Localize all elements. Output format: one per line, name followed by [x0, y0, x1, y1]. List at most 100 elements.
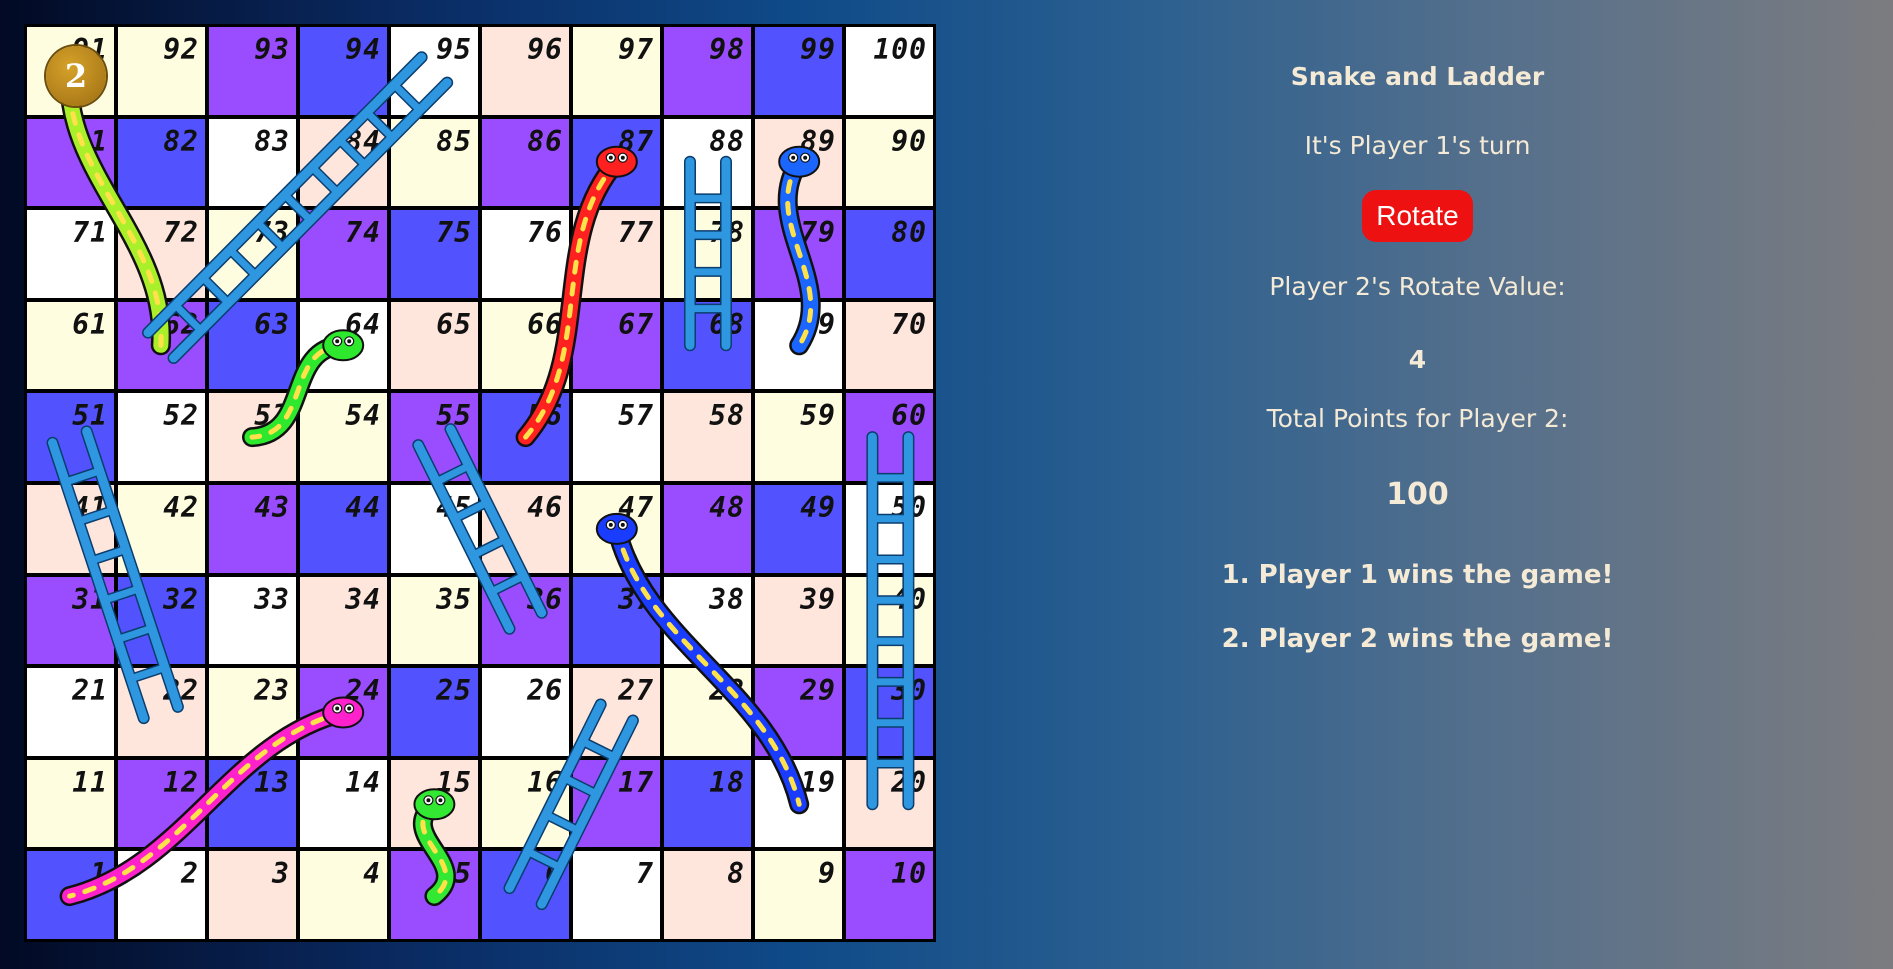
board-square: 64 — [300, 301, 387, 390]
board-square: 7 — [573, 851, 660, 939]
square-number: 6 — [545, 857, 563, 891]
board-square: 17 — [573, 759, 660, 848]
board-square: 12 — [118, 759, 205, 848]
square-number: 48 — [709, 490, 745, 524]
square-number: 16 — [527, 765, 563, 799]
square-number: 22 — [163, 674, 199, 708]
square-number: 100 — [873, 33, 927, 66]
board-square: 52 — [118, 393, 205, 481]
square-number: 25 — [436, 674, 472, 708]
square-number: 42 — [163, 490, 199, 524]
square-number: 88 — [709, 124, 745, 158]
square-number: 69 — [800, 307, 836, 341]
board-square: 3 — [209, 851, 296, 939]
board-square: 37 — [573, 576, 660, 665]
board-square: 22 — [118, 668, 205, 756]
game-title: Snake and Ladder — [1290, 62, 1545, 91]
board-square: 69 — [755, 301, 842, 390]
square-number: 26 — [527, 674, 563, 708]
square-number: 44 — [345, 490, 381, 524]
board-square: 36 — [482, 576, 569, 665]
rotate-button[interactable]: Rotate — [1362, 190, 1473, 242]
board-square: 18 — [664, 759, 751, 848]
board-square: 89 — [755, 118, 842, 207]
board-square: 87 — [573, 118, 660, 207]
square-number: 74 — [345, 216, 381, 250]
board-square: 86 — [482, 118, 569, 207]
square-number: 19 — [800, 765, 836, 799]
board-square: 83 — [209, 118, 296, 207]
square-number: 43 — [254, 490, 290, 524]
square-number: 17 — [618, 765, 654, 799]
square-number: 23 — [254, 674, 290, 708]
square-number: 78 — [709, 216, 745, 250]
board-square: 16 — [482, 759, 569, 848]
square-number: 28 — [709, 674, 745, 708]
board-square: 59 — [755, 393, 842, 481]
turn-indicator: It's Player 1's turn — [1304, 131, 1531, 160]
square-number: 87 — [618, 124, 654, 158]
square-number: 55 — [436, 399, 472, 433]
square-number: 29 — [800, 674, 836, 708]
square-number: 73 — [254, 216, 290, 250]
board-square: 26 — [482, 668, 569, 756]
square-number: 75 — [436, 216, 472, 250]
board-square: 57 — [573, 393, 660, 481]
square-number: 82 — [163, 124, 199, 158]
square-number: 62 — [163, 307, 199, 341]
board-square: 29 — [755, 668, 842, 756]
square-number: 27 — [618, 674, 654, 708]
board-square: 33 — [209, 576, 296, 665]
square-number: 49 — [800, 490, 836, 524]
square-number: 67 — [618, 307, 654, 341]
board-square: 67 — [573, 301, 660, 390]
square-number: 15 — [436, 765, 472, 799]
board-square: 21 — [27, 668, 114, 756]
square-number: 40 — [891, 582, 927, 616]
board-grid: 9192939495969798991008182838485868788899… — [27, 27, 933, 939]
board-square: 56 — [482, 393, 569, 481]
square-number: 98 — [709, 33, 745, 66]
board-square: 90 — [846, 118, 933, 207]
board-square: 2 — [118, 851, 205, 939]
board-square: 78 — [664, 210, 751, 298]
board-square: 71 — [27, 210, 114, 298]
results-list: 1. Player 1 wins the game! 2. Player 2 w… — [1150, 560, 1685, 654]
board-square: 39 — [755, 576, 842, 665]
square-number: 94 — [345, 33, 381, 66]
board-square: 38 — [664, 576, 751, 665]
square-number: 3 — [272, 857, 290, 891]
square-number: 2 — [181, 857, 199, 891]
board-square: 14 — [300, 759, 387, 848]
board-square: 6 — [482, 851, 569, 939]
points-value: 100 — [1386, 477, 1449, 512]
square-number: 65 — [436, 307, 472, 341]
square-number: 63 — [254, 307, 290, 341]
board-square: 93 — [209, 27, 296, 115]
board-square: 19 — [755, 759, 842, 848]
square-number: 36 — [527, 582, 563, 616]
board-square: 94 — [300, 27, 387, 115]
board-square: 35 — [391, 576, 478, 665]
board-square: 46 — [482, 484, 569, 573]
square-number: 41 — [72, 490, 108, 524]
square-number: 13 — [254, 765, 290, 799]
square-number: 90 — [891, 124, 927, 158]
square-number: 54 — [345, 399, 381, 433]
square-number: 14 — [345, 765, 381, 799]
board-square: 28 — [664, 668, 751, 756]
square-number: 81 — [72, 124, 108, 158]
board-square: 62 — [118, 301, 205, 390]
board-square: 41 — [27, 484, 114, 573]
board-square: 70 — [846, 301, 933, 390]
board-square: 34 — [300, 576, 387, 665]
square-number: 57 — [618, 399, 654, 433]
board-square: 47 — [573, 484, 660, 573]
square-number: 11 — [72, 765, 108, 799]
square-number: 71 — [72, 216, 108, 250]
square-number: 60 — [891, 399, 927, 433]
board-square: 79 — [755, 210, 842, 298]
square-number: 31 — [72, 582, 108, 616]
board-square: 45 — [391, 484, 478, 573]
square-number: 18 — [709, 765, 745, 799]
